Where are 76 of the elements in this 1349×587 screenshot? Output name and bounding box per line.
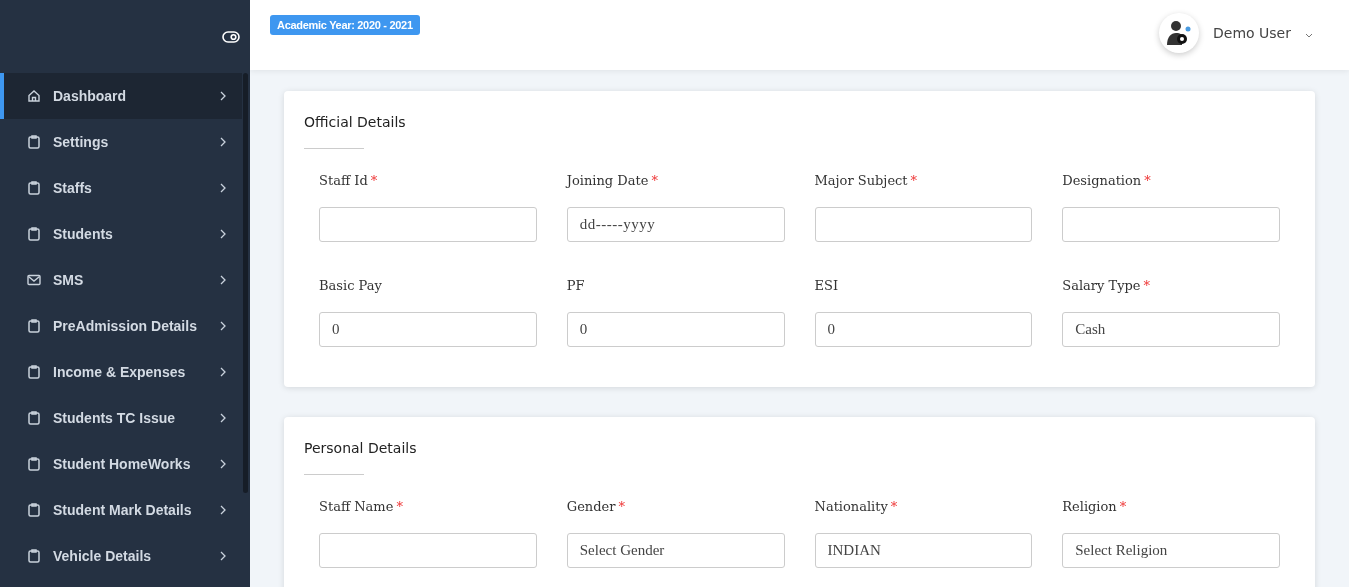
sidebar-item[interactable]: Student HomeWorks [0, 441, 242, 487]
field-label: Religion * [1062, 499, 1128, 516]
field-label: Basic Pay [319, 278, 383, 295]
clipboard-icon [28, 181, 40, 195]
sidebar-label: Student Mark Details [53, 502, 193, 518]
input-field[interactable]: 0 [814, 312, 1033, 347]
sidebar-label: Settings [53, 134, 110, 150]
clipboard-icon [28, 227, 40, 241]
user-name[interactable]: Demo User [1213, 25, 1291, 41]
chevron-right-icon [220, 91, 226, 101]
sidebar-item[interactable]: Student Mark Details [0, 487, 242, 533]
sidebar-label: Dashboard [53, 88, 128, 104]
field-label: Salary Type * [1062, 278, 1152, 295]
sidebar-label: PreAdmission Details [53, 318, 198, 334]
sidebar-label: Vehicle Details [53, 548, 153, 564]
sidebar-item[interactable]: PreAdmission Details [0, 303, 242, 349]
input-field[interactable]: Select Gender [566, 533, 785, 568]
input-field[interactable]: INDIAN [814, 533, 1033, 568]
sidebar-label: Staffs [53, 180, 93, 196]
sidebar-item[interactable]: Income & Expenses [0, 349, 242, 395]
chevron-right-icon [220, 367, 226, 377]
sidebar-item[interactable]: SMS [0, 257, 242, 303]
sidebar-item[interactable]: Staffs [0, 165, 242, 211]
clipboard-icon [28, 549, 40, 563]
chevron-right-icon [220, 505, 226, 515]
input-field[interactable] [1062, 207, 1280, 242]
chevron-right-icon [220, 275, 226, 285]
home-icon [27, 89, 41, 103]
field-label: Designation * [1062, 173, 1152, 190]
chevron-right-icon [220, 321, 226, 331]
field-label: Staff Name * [319, 499, 404, 516]
sidebar-label: Student HomeWorks [53, 456, 192, 472]
field-label: Joining Date * [566, 173, 659, 190]
clipboard-icon [28, 457, 40, 471]
chevron-right-icon [220, 183, 226, 193]
sidebar-item[interactable]: Dashboard [0, 73, 242, 119]
avatar[interactable] [1159, 13, 1200, 53]
sidebar-label: Income & Expenses [53, 364, 187, 380]
clipboard-icon [28, 135, 40, 149]
input-field[interactable]: dd-----yyyy [566, 207, 785, 242]
chevron-right-icon [220, 229, 226, 239]
academic-year-badge: Academic Year: 2020 - 2021 [270, 15, 420, 35]
toggle-icon[interactable] [222, 30, 240, 43]
input-field[interactable]: 0 [319, 312, 537, 347]
sidebar-label: Students [53, 226, 114, 242]
input-field[interactable]: Cash [1062, 312, 1280, 347]
chevron-down-icon[interactable] [1305, 32, 1313, 38]
input-field[interactable] [814, 207, 1033, 242]
field-label: ESI [814, 278, 840, 295]
sidebar-item[interactable]: Students TC Issue [0, 395, 242, 441]
clipboard-icon [28, 365, 40, 379]
chevron-right-icon [220, 551, 226, 561]
chevron-right-icon [220, 137, 226, 147]
sidebar-item[interactable]: Students [0, 211, 242, 257]
field-label: Nationality * [814, 499, 899, 516]
input-field[interactable] [319, 533, 537, 568]
sidebar-label: SMS [53, 272, 85, 288]
chevron-right-icon [220, 413, 226, 423]
clipboard-icon [28, 411, 40, 425]
sidebar-item[interactable]: Vehicle Details [0, 533, 242, 579]
field-label: PF [566, 278, 586, 295]
field-label: Staff Id * [319, 173, 379, 190]
section-title: Official Details [304, 114, 407, 130]
mail-icon [27, 274, 41, 286]
user-settings-icon [1166, 19, 1193, 47]
section-title: Personal Details [304, 440, 418, 456]
sidebar-item[interactable]: Settings [0, 119, 242, 165]
field-label: Gender * [566, 499, 626, 516]
field-label: Major Subject * [814, 173, 919, 190]
clipboard-icon [28, 503, 40, 517]
chevron-right-icon [220, 459, 226, 469]
input-field[interactable]: 0 [566, 312, 785, 347]
input-field[interactable] [319, 207, 537, 242]
clipboard-icon [28, 319, 40, 333]
input-field[interactable]: Select Religion [1062, 533, 1280, 568]
sidebar-label: Students TC Issue [53, 410, 177, 426]
